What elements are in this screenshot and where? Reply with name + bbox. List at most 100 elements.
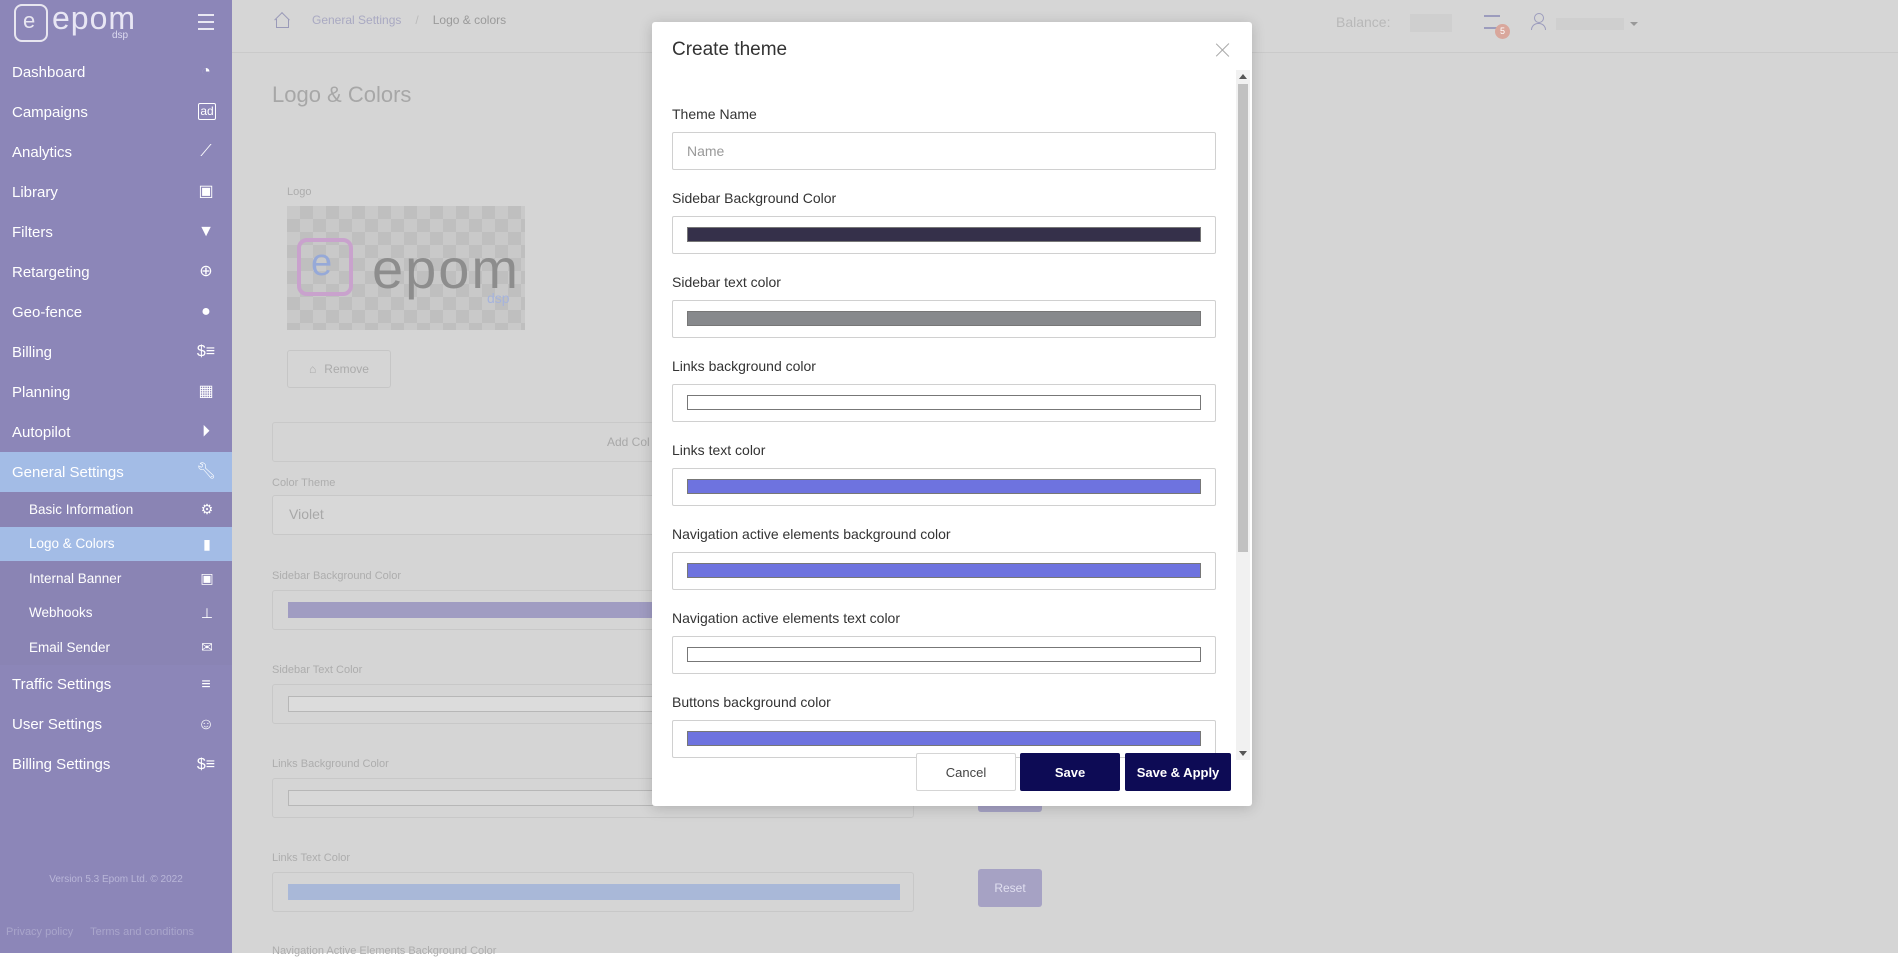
scroll-down-icon[interactable] [1239, 751, 1247, 756]
sidebar-item-label: Campaigns [12, 103, 88, 121]
user-icon[interactable] [1530, 13, 1546, 30]
color-swatch [687, 731, 1201, 746]
terms-link[interactable]: Terms and conditions [90, 926, 194, 938]
links-bg-color-picker[interactable] [672, 384, 1216, 422]
sidebar-subitem-label: Webhooks [29, 605, 93, 621]
image-icon: ▣ [198, 183, 214, 200]
links-text-color-field[interactable] [272, 872, 914, 912]
sidebar-item-analytics[interactable]: Analytics ⟋ [0, 132, 232, 172]
sidebar-subitem-webhooks[interactable]: Webhooks ⊥ [0, 595, 232, 630]
sidebar-item-label: Billing Settings [12, 756, 111, 773]
sidebar-subitem-label: Internal Banner [29, 570, 122, 586]
billing-icon: $≡ [196, 343, 216, 360]
sidebar-item-label: Traffic Settings [12, 676, 112, 693]
notifications-icon[interactable]: 5 [1484, 13, 1510, 39]
sidebar-item-campaigns[interactable]: Campaigns ad [0, 92, 232, 132]
sitemap-icon: ⊥ [200, 604, 214, 621]
chevron-down-icon[interactable] [1630, 22, 1638, 26]
gauge-icon: ◔ [201, 63, 211, 80]
sidebar-bg-color-label: Sidebar Background Color [272, 570, 402, 582]
sidebar-item-label: Dashboard [12, 63, 86, 81]
cancel-button[interactable]: Cancel [916, 753, 1016, 791]
menu-toggle-icon[interactable] [198, 14, 214, 30]
sidebar-subitem-label: Email Sender [29, 639, 111, 655]
color-theme-value: Violet [289, 506, 324, 522]
close-icon[interactable] [1214, 41, 1232, 59]
footer-links: Privacy policy Terms and conditions [6, 926, 208, 938]
sidebar-item-user-settings[interactable]: User Settings ☺ [0, 705, 232, 745]
list-icon: ≡ [201, 675, 211, 693]
remove-logo-button[interactable]: ⌂ Remove [287, 350, 391, 388]
balance-label: Balance: [1336, 14, 1391, 30]
sidebar-subitem-label: Basic Information [29, 501, 134, 517]
home-icon[interactable] [274, 13, 290, 28]
nav-active-text-color-picker[interactable] [672, 636, 1216, 674]
play-circle-icon: ⏵ [201, 423, 210, 440]
breadcrumb-current: Logo & colors [432, 13, 507, 27]
nav-active-text-color-label: Navigation active elements text color [672, 610, 900, 626]
sidebar-item-label: Library [12, 183, 58, 201]
privacy-policy-link[interactable]: Privacy policy [6, 926, 73, 938]
color-swatch [687, 227, 1201, 242]
sidebar-subitem-email-sender[interactable]: Email Sender ✉ [0, 630, 232, 665]
add-color-theme-label: Add Col [607, 435, 650, 449]
sidebar-item-geo-fence[interactable]: Geo-fence ● [0, 292, 232, 332]
sidebar-item-traffic-settings[interactable]: Traffic Settings ≡ [0, 665, 232, 705]
sidebar-subitem-internal-banner[interactable]: Internal Banner ▣ [0, 561, 232, 596]
crosshair-icon: ⊕ [199, 263, 213, 280]
links-bg-color-label: Links background color [672, 358, 816, 374]
links-text-color-label: Links Text Color [272, 852, 351, 864]
chart-line-icon: ⟋ [200, 143, 212, 160]
sidebar-item-library[interactable]: Library ▣ [0, 172, 232, 212]
sidebar-item-planning[interactable]: Planning ▦ [0, 372, 232, 412]
sidebar-item-dashboard[interactable]: Dashboard ◔ [0, 52, 232, 92]
sidebar-item-label: Filters [12, 223, 53, 241]
save-button[interactable]: Save [1020, 753, 1120, 791]
sidebar-item-label: Analytics [12, 143, 73, 161]
epom-logo-mark-icon: e [297, 238, 353, 296]
sidebar-item-billing-settings[interactable]: Billing Settings $≡ [0, 745, 232, 785]
scroll-up-icon[interactable] [1239, 74, 1247, 79]
modal-scrollbar[interactable] [1236, 70, 1250, 760]
theme-name-input[interactable] [672, 132, 1216, 170]
sidebar-item-retargeting[interactable]: Retargeting ⊕ [0, 252, 232, 292]
user-gear-icon: ☺ [197, 715, 215, 733]
sidebar-item-label: General Settings [12, 463, 124, 481]
map-pin-icon: ● [201, 303, 211, 320]
color-swatch [288, 602, 680, 618]
sidebar-item-billing[interactable]: Billing $≡ [0, 332, 232, 372]
color-swatch [687, 479, 1201, 494]
sidebar-subitem-basic-information[interactable]: Basic Information ⚙ [0, 492, 232, 527]
theme-name-label: Theme Name [672, 106, 757, 122]
sidebar-bg-color-label: Sidebar Background Color [672, 190, 837, 206]
breadcrumb: General Settings / Logo & colors [274, 13, 507, 28]
logo-preview-subtext: dsp [487, 290, 510, 306]
modal-body: Theme Name Sidebar Background Color Side… [652, 70, 1236, 760]
epom-logo-icon: e [14, 4, 48, 42]
links-text-color-picker[interactable] [672, 468, 1216, 506]
remove-logo-label: Remove [324, 362, 369, 376]
sidebar-bg-color-picker[interactable] [672, 216, 1216, 254]
sidebar-subitem-label: Logo & Colors [29, 536, 115, 552]
version-text: Version 5.3 Epom Ltd. © 2022 [49, 874, 183, 885]
calendar-icon: ▦ [198, 383, 214, 400]
sidebar-text-color-label: Sidebar Text Color [272, 664, 363, 676]
sidebar-text-color-picker[interactable] [672, 300, 1216, 338]
reset-button[interactable]: Reset [978, 869, 1042, 907]
nav-active-bg-color-label: Navigation Active Elements Background Co… [272, 945, 497, 957]
nav-active-bg-color-picker[interactable] [672, 552, 1216, 590]
logo-subtext: dsp [112, 30, 129, 41]
sidebar-subitem-logo-colors[interactable]: Logo & Colors ▮ [0, 526, 232, 561]
scrollbar-thumb[interactable] [1238, 84, 1248, 552]
sidebar-item-autopilot[interactable]: Autopilot ⏵ [0, 412, 232, 452]
brush-icon: ▮ [203, 535, 211, 552]
notification-badge: 5 [1495, 24, 1510, 39]
sidebar-item-general-settings[interactable]: General Settings 🔧︎ [0, 452, 232, 492]
sidebar-logo[interactable]: e epom dsp [0, 0, 232, 52]
sidebar-item-label: Billing [12, 343, 53, 361]
gear-icon: ⚙ [200, 501, 214, 517]
breadcrumb-general-settings[interactable]: General Settings [312, 13, 401, 27]
user-name[interactable] [1556, 18, 1624, 30]
save-and-apply-button[interactable]: Save & Apply [1125, 753, 1231, 791]
sidebar-item-filters[interactable]: Filters ▼ [0, 212, 232, 252]
